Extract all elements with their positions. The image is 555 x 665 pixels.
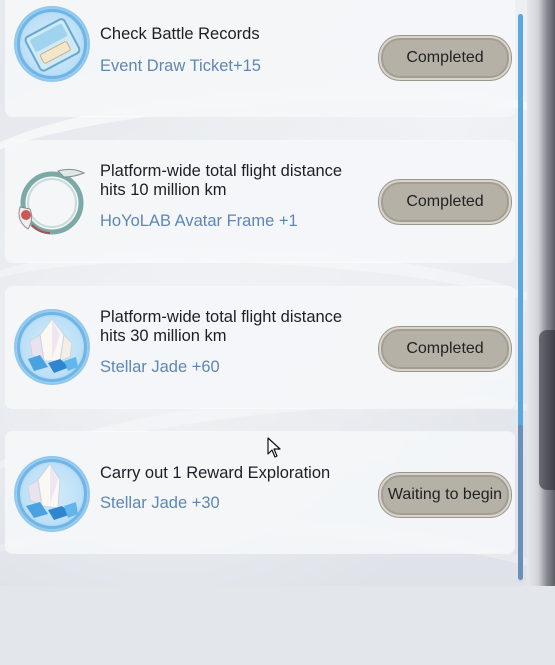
task-title: Check Battle Records [100, 25, 260, 43]
avatar-frame-icon [14, 163, 90, 239]
task-reward: HoYoLAB Avatar Frame +1 [100, 212, 298, 230]
task-card: Carry out 1 Reward Exploration Stellar J… [6, 432, 514, 553]
ticket-icon [14, 6, 90, 82]
scrollbar-thumb[interactable] [518, 14, 523, 434]
completed-button[interactable]: Completed [379, 327, 511, 371]
waiting-to-begin-button[interactable]: Waiting to begin [379, 473, 511, 517]
task-title: Carry out 1 Reward Exploration [100, 464, 331, 482]
task-reward: Stellar Jade +30 [100, 494, 220, 512]
side-artwork [527, 0, 555, 586]
mouse-cursor-icon [267, 437, 281, 458]
task-title: Platform-wide total flight distance hits… [100, 162, 343, 199]
scrollbar-thumb-lower[interactable] [518, 425, 523, 580]
task-title: Platform-wide total flight distance hits… [100, 308, 343, 345]
stellar-jade-icon [14, 309, 90, 385]
completed-button[interactable]: Completed [379, 36, 511, 80]
stellar-jade-icon [14, 456, 90, 532]
task-reward: Stellar Jade +60 [100, 358, 220, 376]
completed-button[interactable]: Completed [379, 180, 511, 224]
task-card: Platform-wide total flight distance hits… [6, 141, 514, 262]
task-card: Check Battle Records Event Draw Ticket+1… [6, 0, 514, 116]
task-reward: Event Draw Ticket+15 [100, 57, 261, 75]
task-card: Platform-wide total flight distance hits… [6, 287, 514, 408]
